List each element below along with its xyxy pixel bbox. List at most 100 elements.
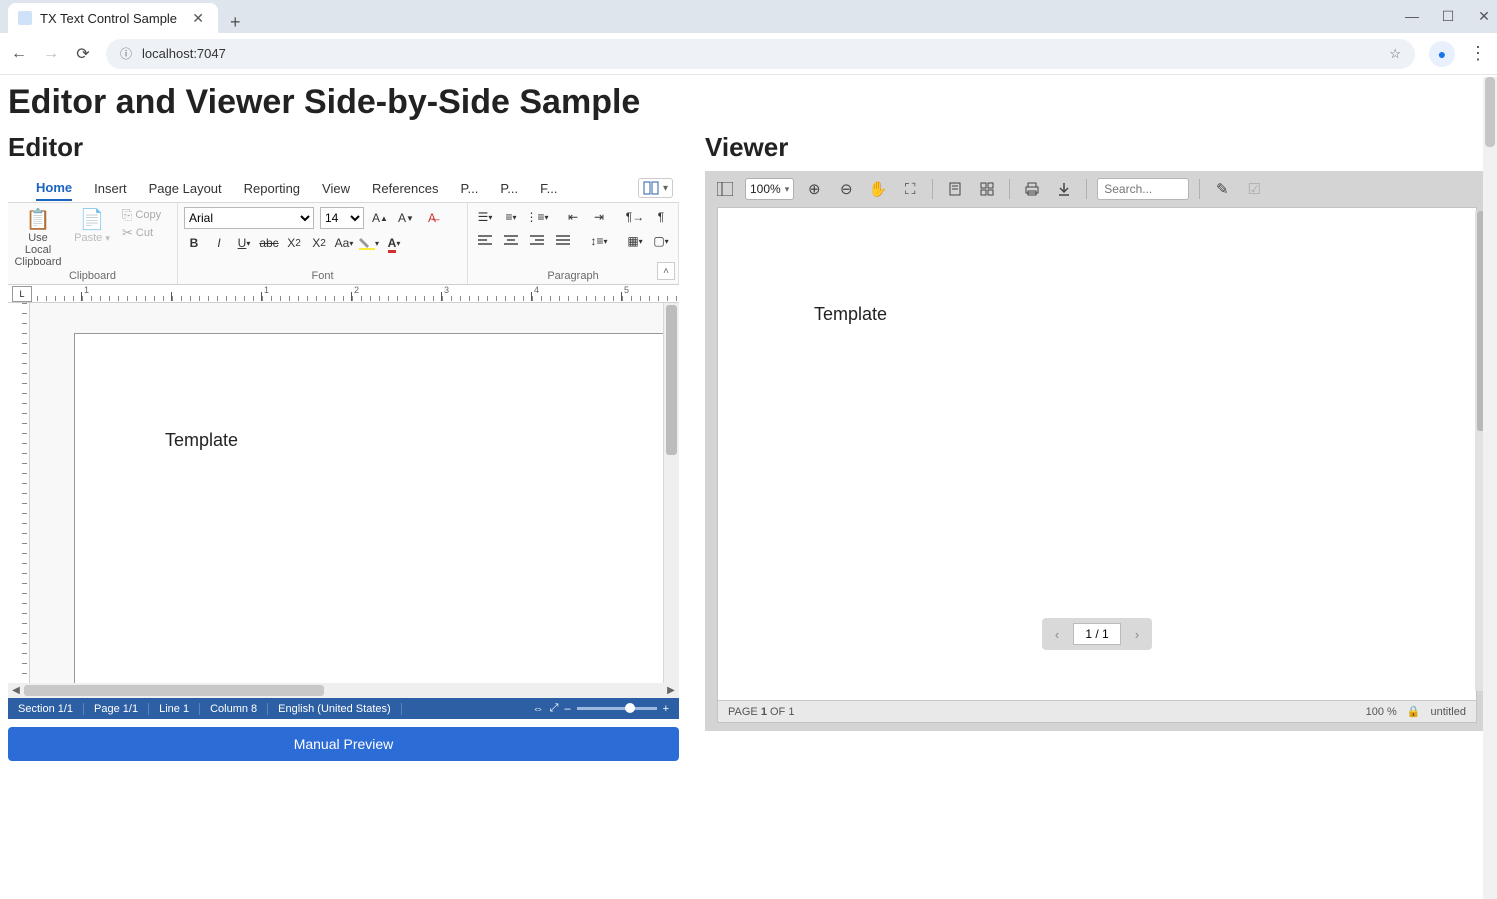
align-center-button[interactable] bbox=[500, 231, 522, 251]
font-color-button[interactable]: A▾ bbox=[384, 233, 404, 253]
status-page[interactable]: Page 1/1 bbox=[84, 703, 149, 715]
zoom-level-select[interactable]: 100% ▾ bbox=[745, 178, 794, 200]
status-column[interactable]: Column 8 bbox=[200, 703, 268, 715]
toggle-sidebar-button[interactable] bbox=[713, 177, 737, 201]
ribbon-tab-truncated-3[interactable]: F... bbox=[540, 177, 557, 200]
decrease-indent-button[interactable]: ⇤ bbox=[562, 207, 584, 227]
zoom-slider[interactable] bbox=[577, 707, 657, 710]
thumbnail-view-button[interactable] bbox=[975, 177, 999, 201]
scrollbar-thumb[interactable] bbox=[666, 305, 677, 455]
zoom-out-button[interactable]: ⊖ bbox=[834, 177, 858, 201]
font-size-select[interactable]: 14 bbox=[320, 207, 364, 229]
status-line[interactable]: Line 1 bbox=[149, 703, 200, 715]
scroll-left-button[interactable]: ◀ bbox=[8, 685, 24, 696]
highlight-color-button[interactable]: ▾ bbox=[359, 233, 379, 253]
viewer-search-input[interactable] bbox=[1097, 178, 1189, 200]
ribbon-tab-view[interactable]: View bbox=[322, 177, 350, 200]
browser-tab[interactable]: TX Text Control Sample ✕ bbox=[8, 3, 218, 33]
bold-button[interactable]: B bbox=[184, 233, 204, 253]
browser-menu-button[interactable]: ⋮ bbox=[1469, 43, 1487, 64]
align-right-button[interactable] bbox=[526, 231, 548, 251]
ribbon-tab-page-layout[interactable]: Page Layout bbox=[149, 177, 222, 200]
shading-button[interactable]: ▦▾ bbox=[624, 231, 646, 251]
ltr-direction-button[interactable]: ¶→ bbox=[624, 207, 646, 227]
profile-avatar[interactable]: ● bbox=[1429, 41, 1455, 67]
line-spacing-button[interactable]: ↕≡▾ bbox=[588, 231, 610, 251]
annotate-button[interactable]: ☑ bbox=[1242, 177, 1266, 201]
zoom-in-button[interactable]: + bbox=[663, 703, 669, 715]
next-page-button[interactable]: › bbox=[1125, 622, 1149, 646]
fit-page-icon[interactable]: ⤢ bbox=[550, 702, 559, 715]
ribbon-display-options[interactable]: ▾ bbox=[638, 178, 673, 198]
collapse-ribbon-button[interactable]: ˄ bbox=[657, 262, 675, 280]
scroll-right-button[interactable]: ▶ bbox=[663, 685, 679, 696]
zoom-in-button[interactable]: ⊕ bbox=[802, 177, 826, 201]
align-left-button[interactable] bbox=[474, 231, 496, 251]
numbered-list-button[interactable]: ≡▾ bbox=[500, 207, 522, 227]
download-button[interactable] bbox=[1052, 177, 1076, 201]
strikethrough-button[interactable]: abc bbox=[259, 233, 279, 253]
fullscreen-button[interactable]: ⛶ bbox=[898, 177, 922, 201]
editor-horizontal-scrollbar[interactable]: ◀ ▶ bbox=[8, 683, 679, 698]
align-justify-button[interactable] bbox=[552, 231, 574, 251]
scrollbar-thumb[interactable] bbox=[24, 685, 324, 696]
copy-button[interactable]: ⎘Copy bbox=[122, 207, 161, 223]
ruler-corner-icon[interactable]: L bbox=[12, 286, 32, 302]
minimize-button[interactable]: — bbox=[1403, 8, 1421, 25]
fit-width-icon[interactable]: ⇔ bbox=[533, 703, 544, 715]
ribbon-tab-references[interactable]: References bbox=[372, 177, 438, 200]
close-window-button[interactable]: ✕ bbox=[1475, 8, 1493, 25]
prev-page-button[interactable]: ‹ bbox=[1045, 622, 1069, 646]
document-viewport[interactable]: Template bbox=[30, 303, 663, 683]
borders-button[interactable]: ▢▾ bbox=[650, 231, 672, 251]
multilevel-list-button[interactable]: ⋮≡▾ bbox=[526, 207, 548, 227]
editor-vertical-scrollbar[interactable] bbox=[663, 303, 679, 683]
ribbon-tab-home[interactable]: Home bbox=[36, 176, 72, 201]
new-tab-button[interactable]: + bbox=[218, 12, 253, 33]
ribbon-tab-reporting[interactable]: Reporting bbox=[244, 177, 300, 200]
bullet-list-button[interactable]: ☰▾ bbox=[474, 207, 496, 227]
viewer-canvas: Template ‹ › PAGE 1 OF 1 100 % bbox=[717, 207, 1477, 723]
increase-indent-button[interactable]: ⇥ bbox=[588, 207, 610, 227]
back-button[interactable]: ← bbox=[10, 45, 28, 63]
forward-button[interactable]: → bbox=[42, 45, 60, 63]
document-page[interactable]: Template bbox=[74, 333, 663, 683]
single-page-view-button[interactable] bbox=[943, 177, 967, 201]
address-bar[interactable]: ⓘ localhost:7047 ☆ bbox=[106, 39, 1415, 69]
status-language[interactable]: English (United States) bbox=[268, 703, 402, 715]
scrollbar-thumb[interactable] bbox=[1485, 77, 1495, 147]
use-local-clipboard-button[interactable]: 📋 Use Local Clipboard bbox=[14, 207, 62, 268]
grow-font-button[interactable]: A▲ bbox=[370, 208, 390, 228]
ribbon-tab-insert[interactable]: Insert bbox=[94, 177, 127, 200]
underline-button[interactable]: U▾ bbox=[234, 233, 254, 253]
bookmark-star-icon[interactable]: ☆ bbox=[1389, 46, 1401, 62]
ribbon-tab-truncated-1[interactable]: P... bbox=[460, 177, 478, 200]
italic-button[interactable]: I bbox=[209, 233, 229, 253]
subscript-button[interactable]: X2 bbox=[284, 233, 304, 253]
cut-button[interactable]: ✂Cut bbox=[122, 225, 161, 241]
site-settings-icon[interactable]: ⓘ bbox=[120, 45, 132, 62]
reload-button[interactable]: ⟳ bbox=[74, 44, 92, 64]
shrink-font-button[interactable]: A▼ bbox=[396, 208, 416, 228]
paste-button[interactable]: 📄 Paste ▾ bbox=[68, 207, 116, 268]
clear-formatting-button[interactable]: A̶ bbox=[422, 208, 442, 228]
ribbon-tab-truncated-2[interactable]: P... bbox=[500, 177, 518, 200]
horizontal-ruler[interactable]: L 1 1 2 3 4 5 bbox=[8, 285, 679, 303]
viewer-document-page[interactable]: Template ‹ › bbox=[718, 208, 1476, 700]
sign-button[interactable]: ✎ bbox=[1210, 177, 1234, 201]
status-section[interactable]: Section 1/1 bbox=[8, 703, 84, 715]
change-case-button[interactable]: Aa▾ bbox=[334, 233, 354, 253]
manual-preview-button[interactable]: Manual Preview bbox=[8, 727, 679, 761]
superscript-button[interactable]: X2 bbox=[309, 233, 329, 253]
vertical-ruler[interactable] bbox=[8, 303, 30, 683]
page-vertical-scrollbar[interactable] bbox=[1483, 77, 1497, 899]
page-number-input[interactable] bbox=[1073, 623, 1121, 645]
close-tab-button[interactable]: ✕ bbox=[188, 10, 208, 27]
show-marks-button[interactable]: ¶ bbox=[650, 207, 672, 227]
print-button[interactable] bbox=[1020, 177, 1044, 201]
maximize-button[interactable]: ☐ bbox=[1439, 8, 1457, 25]
zoom-out-button[interactable]: – bbox=[564, 703, 570, 715]
document-text: Template bbox=[165, 430, 238, 450]
pan-tool-button[interactable]: ✋ bbox=[866, 177, 890, 201]
font-name-select[interactable]: Arial bbox=[184, 207, 314, 229]
